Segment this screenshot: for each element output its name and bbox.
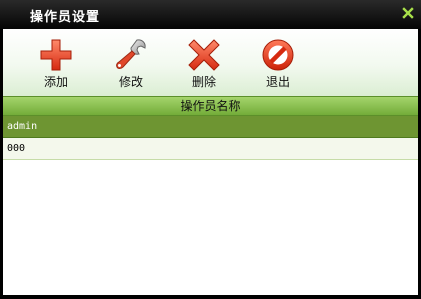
close-icon [402, 7, 414, 19]
close-button[interactable] [401, 6, 415, 20]
exit-button[interactable]: 退出 [253, 37, 303, 93]
edit-button[interactable]: 修改 [106, 37, 156, 93]
window-title: 操作员设置 [30, 10, 101, 25]
exit-button-label: 退出 [265, 75, 290, 89]
delete-button[interactable]: 删除 [179, 37, 229, 93]
no-entry-icon [262, 39, 294, 71]
toolbar: 添加 修改 删除 退出 [3, 29, 418, 96]
list-item[interactable]: admin [3, 116, 418, 138]
edit-button-label: 修改 [118, 75, 143, 89]
wrench-icon [116, 39, 146, 69]
window-content: 添加 修改 删除 退出 操作员名称 admin 000 [3, 29, 418, 295]
operator-name-column-header[interactable]: 操作员名称 [3, 96, 418, 116]
operator-settings-window: 操作员设置 添加 修改 删除 退出 操作员名称 admin 000 [0, 0, 421, 299]
operator-list[interactable]: admin 000 [3, 116, 418, 295]
title-bar[interactable]: 操作员设置 [0, 0, 421, 29]
delete-button-label: 删除 [191, 75, 216, 89]
add-button-label: 添加 [43, 75, 68, 89]
plus-icon [40, 39, 72, 71]
add-button[interactable]: 添加 [31, 37, 81, 93]
x-icon [188, 39, 220, 71]
list-item[interactable]: 000 [3, 138, 418, 160]
